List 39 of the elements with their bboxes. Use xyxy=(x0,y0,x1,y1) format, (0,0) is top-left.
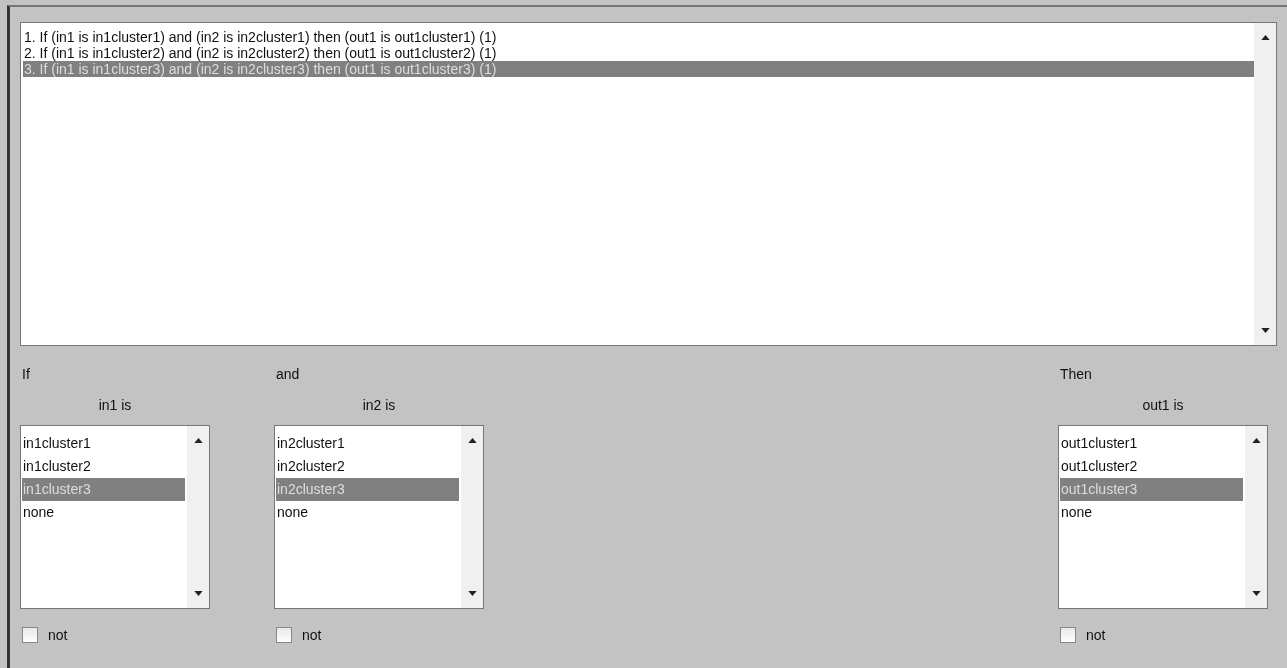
checkbox-label: not xyxy=(48,627,68,643)
membership-list[interactable]: out1cluster1 out1cluster2 out1cluster3 none xyxy=(1058,425,1268,609)
list-item[interactable]: in2cluster1 xyxy=(276,432,459,455)
not-checkbox[interactable] xyxy=(22,627,38,643)
scrollbar[interactable] xyxy=(1245,426,1267,608)
list-item[interactable]: out1cluster1 xyxy=(1060,432,1243,455)
membership-list[interactable]: in1cluster1 in1cluster2 in1cluster3 none xyxy=(20,425,210,609)
list-item[interactable]: in2cluster2 xyxy=(276,455,459,478)
section-label: If xyxy=(22,366,30,384)
not-checkbox[interactable] xyxy=(276,627,292,643)
scroll-up-icon[interactable] xyxy=(467,438,477,443)
list-item[interactable]: in1cluster2 xyxy=(22,455,185,478)
variable-label: in2 is xyxy=(362,397,396,415)
variable-label: in1 is xyxy=(98,397,132,415)
list-item[interactable]: out1cluster2 xyxy=(1060,455,1243,478)
checkbox-label: not xyxy=(302,627,322,643)
not-checkbox[interactable] xyxy=(1060,627,1076,643)
rule-item[interactable]: 2. If (in1 is in1cluster2) and (in2 is in2cluster2) then (out1 is out1cluster2) (1) xyxy=(23,45,1254,61)
scroll-down-icon[interactable] xyxy=(1251,591,1261,596)
list-item[interactable]: none xyxy=(1060,501,1243,524)
section-label: Then xyxy=(1060,366,1092,384)
section-label: and xyxy=(276,366,300,384)
membership-list[interactable]: in2cluster1 in2cluster2 in2cluster3 none xyxy=(274,425,484,609)
checkbox-label: not xyxy=(1086,627,1106,643)
rule-item[interactable]: 1. If (in1 is in1cluster1) and (in2 is in2cluster1) then (out1 is out1cluster1) (1) xyxy=(23,29,1254,45)
list-item[interactable]: none xyxy=(22,501,185,524)
scrollbar[interactable] xyxy=(1254,23,1276,345)
scrollbar[interactable] xyxy=(461,426,483,608)
scroll-down-icon[interactable] xyxy=(193,591,203,596)
list-item[interactable]: in1cluster1 xyxy=(22,432,185,455)
rules-list[interactable] xyxy=(20,22,1277,346)
scrollbar[interactable] xyxy=(187,426,209,608)
scroll-up-icon[interactable] xyxy=(1251,438,1261,443)
scroll-down-icon[interactable] xyxy=(467,591,477,596)
scroll-up-icon[interactable] xyxy=(193,438,203,443)
scroll-down-icon[interactable] xyxy=(1260,328,1270,333)
list-item[interactable]: none xyxy=(276,501,459,524)
variable-label: out1 is xyxy=(1142,397,1184,415)
scroll-up-icon[interactable] xyxy=(1260,35,1270,40)
